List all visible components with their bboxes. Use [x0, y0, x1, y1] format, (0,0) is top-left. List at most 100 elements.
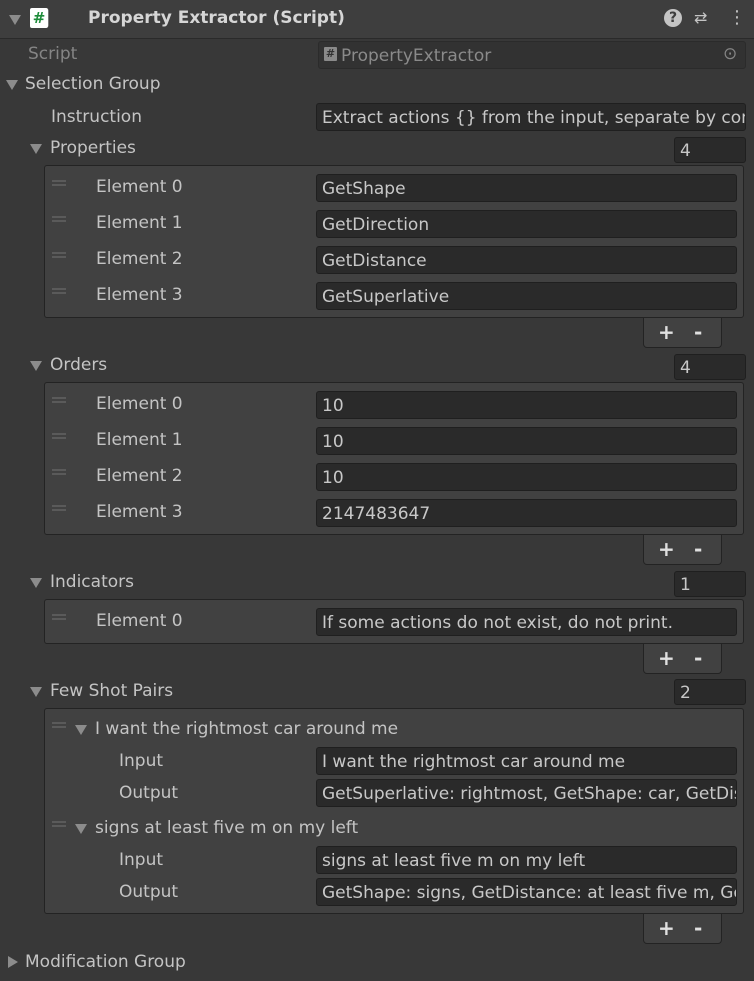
script-field-value: PropertyExtractor	[341, 46, 492, 66]
drag-handle-icon[interactable]	[52, 288, 66, 294]
pair-input-label: Input	[119, 751, 164, 771]
instruction-label: Instruction	[51, 107, 142, 127]
selection-group-foldout-arrow[interactable]	[6, 80, 18, 90]
indicators-list-controls: + -	[643, 644, 722, 674]
properties-list-controls: + -	[643, 318, 722, 348]
drag-handle-icon[interactable]	[52, 433, 66, 439]
modification-group-label[interactable]: Modification Group	[25, 952, 186, 972]
pair-output-value: GetShape: signs, GetDistance: at least f…	[322, 883, 737, 903]
modification-group-foldout-arrow[interactable]	[8, 956, 18, 968]
orders-size-field[interactable]: 4	[674, 354, 746, 380]
properties-element-field[interactable]: GetDirection	[316, 210, 737, 238]
remove-element-button[interactable]: -	[694, 916, 702, 940]
orders-element-label: Element 0	[96, 394, 183, 414]
script-field[interactable]: PropertyExtractor	[318, 41, 746, 69]
component-foldout-arrow[interactable]	[9, 15, 21, 25]
add-element-button[interactable]: +	[658, 916, 675, 940]
remove-element-button[interactable]: -	[694, 537, 702, 561]
properties-element-value: GetDirection	[322, 215, 430, 235]
orders-count: 4	[680, 358, 691, 378]
instruction-field[interactable]: Extract actions {} from the input, separ…	[316, 103, 746, 131]
properties-element-label: Element 0	[96, 177, 183, 197]
add-element-button[interactable]: +	[658, 320, 675, 344]
preset-settings-icon[interactable]: ⇄	[694, 8, 707, 27]
pair-input-value: signs at least five m on my left	[322, 851, 586, 871]
orders-element-field[interactable]: 10	[316, 463, 737, 491]
few-shot-pairs-count: 2	[680, 683, 691, 703]
orders-foldout-arrow[interactable]	[30, 361, 42, 371]
pair-output-field[interactable]: GetSuperlative: rightmost, GetShape: car…	[316, 779, 737, 807]
drag-handle-icon[interactable]	[52, 180, 66, 186]
script-file-icon: #	[324, 47, 337, 61]
orders-label[interactable]: Orders	[50, 355, 107, 375]
orders-element-label: Element 3	[96, 502, 183, 522]
script-icon: #	[30, 8, 48, 28]
drag-handle-icon[interactable]	[52, 722, 66, 728]
indicators-label[interactable]: Indicators	[50, 572, 134, 592]
context-menu-icon[interactable]: ⋮	[728, 7, 746, 28]
add-element-button[interactable]: +	[658, 646, 675, 670]
pair-input-field[interactable]: signs at least five m on my left	[316, 846, 737, 874]
pair-output-value: GetSuperlative: rightmost, GetShape: car…	[322, 784, 737, 804]
pair-output-field[interactable]: GetShape: signs, GetDistance: at least f…	[316, 878, 737, 906]
properties-element-field[interactable]: GetSuperlative	[316, 282, 737, 310]
indicators-element-value: If some actions do not exist, do not pri…	[322, 613, 673, 633]
properties-element-value: GetDistance	[322, 251, 427, 271]
pair-foldout-arrow[interactable]	[75, 725, 87, 735]
instruction-value: Extract actions {} from the input, separ…	[322, 108, 746, 128]
few-shot-pairs-label[interactable]: Few Shot Pairs	[50, 681, 173, 701]
few-shot-pairs-size-field[interactable]: 2	[674, 679, 746, 705]
indicators-foldout-arrow[interactable]	[30, 578, 42, 588]
drag-handle-icon[interactable]	[52, 469, 66, 475]
properties-element-field[interactable]: GetShape	[316, 174, 737, 202]
drag-handle-icon[interactable]	[52, 252, 66, 258]
drag-handle-icon[interactable]	[52, 614, 66, 620]
indicators-count: 1	[680, 575, 691, 595]
script-label: Script	[28, 44, 78, 64]
pair-title[interactable]: I want the rightmost car around me	[95, 719, 398, 739]
properties-count: 4	[680, 141, 691, 161]
drag-handle-icon[interactable]	[52, 216, 66, 222]
object-picker-icon[interactable]: ⊙	[723, 44, 737, 64]
pair-output-label: Output	[119, 882, 179, 902]
properties-element-label: Element 2	[96, 249, 183, 269]
orders-element-field[interactable]: 10	[316, 427, 737, 455]
orders-element-label: Element 2	[96, 466, 183, 486]
drag-handle-icon[interactable]	[52, 397, 66, 403]
properties-size-field[interactable]: 4	[674, 137, 746, 163]
properties-label[interactable]: Properties	[50, 138, 136, 158]
orders-element-value: 10	[322, 432, 344, 452]
properties-element-label: Element 3	[96, 285, 183, 305]
remove-element-button[interactable]: -	[694, 646, 702, 670]
pair-input-label: Input	[119, 850, 164, 870]
indicators-size-field[interactable]: 1	[674, 571, 746, 597]
indicators-element-label: Element 0	[96, 611, 183, 631]
few-shot-pairs-foldout-arrow[interactable]	[30, 687, 42, 697]
pair-foldout-arrow[interactable]	[75, 824, 87, 834]
remove-element-button[interactable]: -	[694, 320, 702, 344]
orders-list-controls: + -	[643, 535, 722, 565]
pair-input-field[interactable]: I want the rightmost car around me	[316, 747, 737, 775]
orders-element-value: 10	[322, 468, 344, 488]
orders-element-value: 2147483647	[322, 504, 431, 524]
orders-element-value: 10	[322, 396, 344, 416]
drag-handle-icon[interactable]	[52, 505, 66, 511]
pair-input-value: I want the rightmost car around me	[322, 752, 626, 772]
properties-element-label: Element 1	[96, 213, 183, 233]
properties-element-field[interactable]: GetDistance	[316, 246, 737, 274]
orders-element-field[interactable]: 2147483647	[316, 499, 737, 527]
few-shot-pairs-list-controls: + -	[643, 914, 722, 944]
pair-output-label: Output	[119, 783, 179, 803]
component-title: Property Extractor (Script)	[88, 8, 345, 28]
indicators-element-field[interactable]: If some actions do not exist, do not pri…	[316, 608, 737, 636]
properties-foldout-arrow[interactable]	[30, 144, 42, 154]
pair-title[interactable]: signs at least five m on my left	[95, 818, 358, 838]
properties-element-value: GetSuperlative	[322, 287, 450, 307]
orders-element-label: Element 1	[96, 430, 183, 450]
selection-group-label[interactable]: Selection Group	[25, 74, 161, 94]
add-element-button[interactable]: +	[658, 537, 675, 561]
drag-handle-icon[interactable]	[52, 821, 66, 827]
properties-element-value: GetShape	[322, 179, 406, 199]
orders-element-field[interactable]: 10	[316, 391, 737, 419]
help-icon[interactable]: ?	[664, 9, 682, 27]
